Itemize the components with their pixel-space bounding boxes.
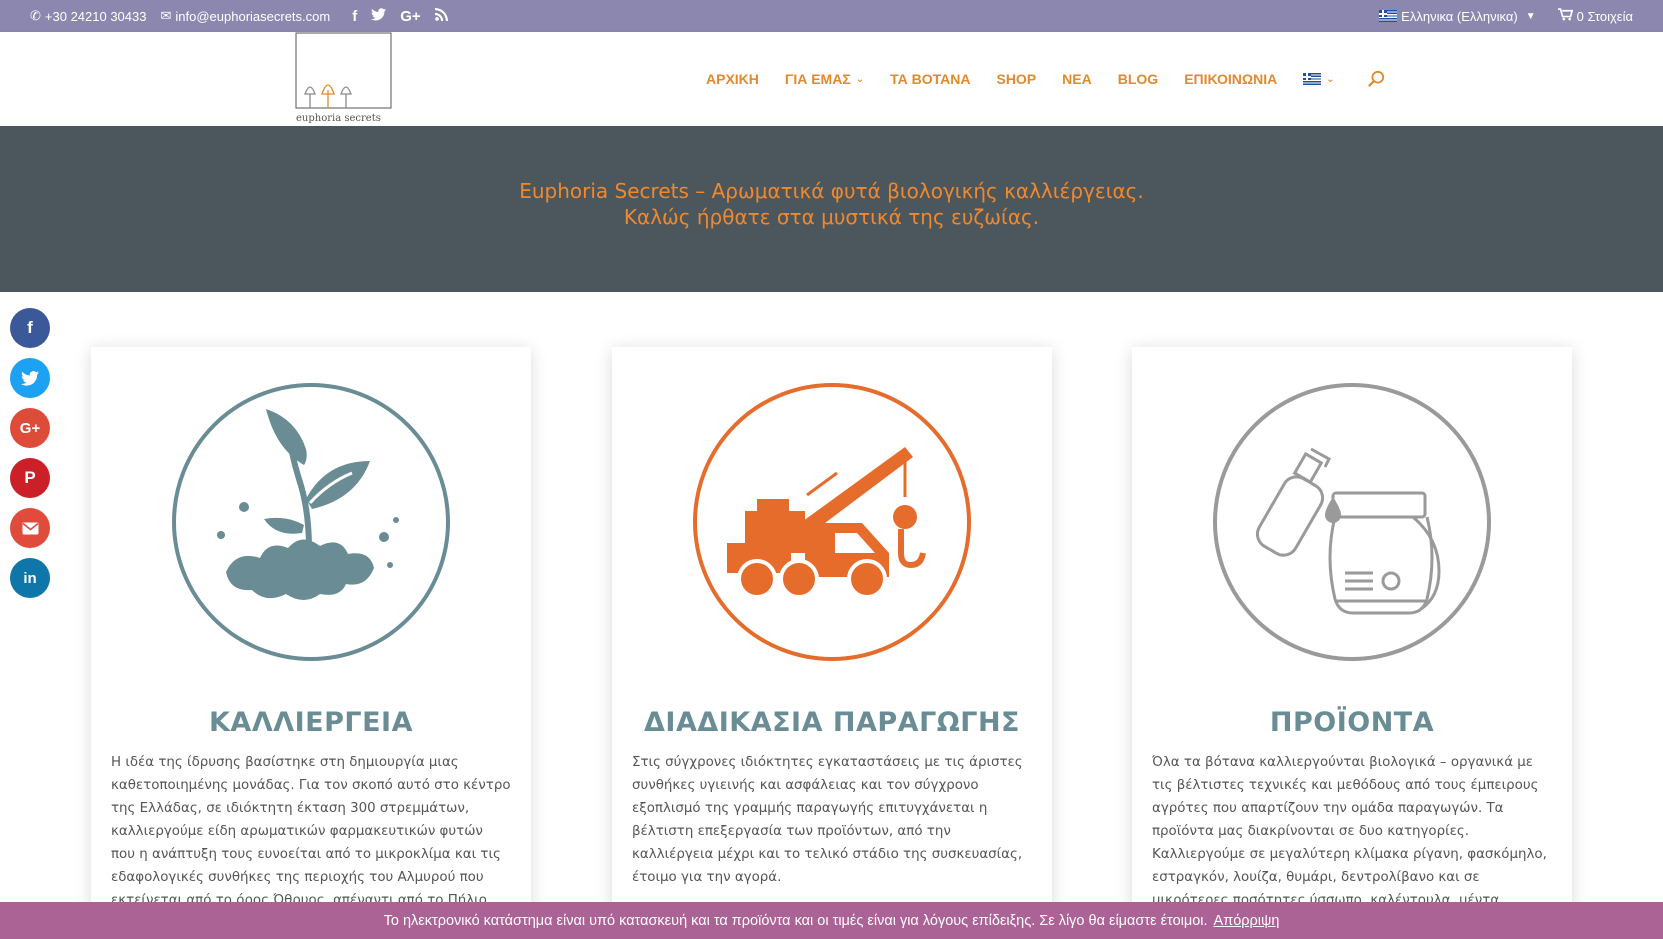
nav-item-herbs[interactable]: ΤΑ ΒΟΤΑΝΑ <box>890 71 970 87</box>
language-switcher[interactable]: Ελληνικα (Ελληνικα) ▼ <box>1379 8 1536 24</box>
envelope-icon <box>22 522 38 534</box>
facebook-share-button[interactable]: f <box>10 308 50 348</box>
products-bottle-bag-icon <box>1213 383 1491 661</box>
feature-card-production: ΔΙΑΔΙΚΑΣΙΑ ΠΑΡΑΓΩΓΗΣ Στις σύγχρονες ιδιό… <box>612 347 1052 939</box>
nav-label: ΕΠΙΚΟΙΝΩΝΙΑ <box>1184 71 1278 87</box>
chevron-down-icon: ▼ <box>1525 10 1536 22</box>
cookie-notice-bar: Το ηλεκτρονικό κατάστημα είναι υπό κατασ… <box>0 902 1663 939</box>
twitter-share-button[interactable] <box>10 358 50 398</box>
card-title: ΠΡΟΪΟΝΤΑ <box>1269 707 1435 738</box>
nav-label: ΑΡΧΙΚΗ <box>706 71 759 87</box>
social-share-sidebar: f G+ P in <box>10 308 50 608</box>
hero-subtitle: Καλώς ήρθατε στα μυστικά της ευζωίας. <box>623 205 1040 229</box>
logo-text: euphoria secrets <box>296 113 381 124</box>
topbar-right: Ελληνικα (Ελληνικα) ▼ 0 Στοιχεία <box>1379 0 1633 32</box>
phone-link[interactable]: ✆ +30 24210 30433 <box>30 8 146 24</box>
cart-link[interactable]: 0 Στοιχεία <box>1557 8 1633 24</box>
google-plus-icon: G+ <box>19 419 41 437</box>
nav-label: ΝΕΑ <box>1062 71 1092 87</box>
cart-count: 0 Στοιχεία <box>1576 8 1633 24</box>
phone-number: +30 24210 30433 <box>44 8 147 24</box>
linkedin-icon: in <box>23 569 37 587</box>
top-bar: ✆ +30 24210 30433 ✉ info@euphoriasecrets… <box>0 0 1663 32</box>
email-address: info@euphoriasecrets.com <box>175 8 331 24</box>
dismiss-link[interactable]: Απόρριψη <box>1214 913 1280 929</box>
pinterest-icon: P <box>24 468 36 487</box>
rss-icon[interactable] <box>434 7 448 25</box>
plant-sprout-icon <box>172 383 450 661</box>
card-text: Στις σύγχρονες ιδιόκτητες εγκαταστάσεις … <box>632 755 1023 885</box>
nav-label: ΓΙΑ ΕΜΑΣ <box>784 71 851 87</box>
facebook-icon[interactable]: f <box>352 8 357 25</box>
chevron-down-icon: ⌄ <box>1326 73 1335 85</box>
nav-item-contact[interactable]: ΕΠΙΚΟΙΝΩΝΙΑ <box>1184 71 1277 87</box>
envelope-icon: ✉ <box>160 8 172 23</box>
feature-card-products: ΠΡΟΪΟΝΤΑ Όλα τα βότανα καλλιεργούνται βι… <box>1132 347 1572 939</box>
card-title: ΚΑΛΛΙΕΡΓΕΙΑ <box>209 707 413 738</box>
greek-flag-icon <box>1303 73 1322 85</box>
site-header: euphoria secrets ΑΡΧΙΚΗ ΓΙΑ ΕΜΑΣ ⌄ ΤΑ ΒΟΤ… <box>0 32 1663 126</box>
nav-label: ΤΑ ΒΟΤΑΝΑ <box>890 71 971 87</box>
twitter-icon[interactable] <box>371 7 387 25</box>
google-plus-icon[interactable]: G+ <box>400 8 420 25</box>
contact-info: ✆ +30 24210 30433 ✉ info@euphoriasecrets… <box>30 0 448 32</box>
nav-item-about[interactable]: ΓΙΑ ΕΜΑΣ ⌄ <box>785 71 864 87</box>
cookie-message: Το ηλεκτρονικό κατάστημα είναι υπό κατασ… <box>383 912 1208 929</box>
nav-item-news[interactable]: ΝΕΑ <box>1062 71 1092 87</box>
google-plus-share-button[interactable]: G+ <box>10 408 50 448</box>
twitter-icon <box>21 370 39 386</box>
search-icon[interactable] <box>1367 70 1385 88</box>
hero-title: Euphoria Secrets – Αρωματικά φυτά βιολογ… <box>519 179 1144 203</box>
crane-truck-icon <box>693 383 971 661</box>
feature-card-cultivation: ΚΑΛΛΙΕΡΓΕΙΑ Η ιδέα της ίδρυσης βασίστηκε… <box>91 347 531 939</box>
cart-icon <box>1557 8 1573 24</box>
email-link[interactable]: ✉ info@euphoriasecrets.com <box>160 8 330 24</box>
hero-banner: Euphoria Secrets – Αρωματικά φυτά βιολογ… <box>0 126 1663 292</box>
pinterest-share-button[interactable]: P <box>10 458 50 498</box>
email-share-button[interactable] <box>10 508 50 548</box>
card-title: ΔΙΑΔΙΚΑΣΙΑ ΠΑΡΑΓΩΓΗΣ <box>644 707 1020 738</box>
social-links: f G+ <box>352 7 448 25</box>
nav-item-shop[interactable]: SHOP <box>996 71 1036 87</box>
chevron-down-icon: ⌄ <box>855 73 865 85</box>
nav-language-menu[interactable]: ⌄ <box>1303 73 1335 85</box>
linkedin-share-button[interactable]: in <box>10 558 50 598</box>
nav-item-home[interactable]: ΑΡΧΙΚΗ <box>706 71 759 87</box>
phone-icon: ✆ <box>30 8 41 23</box>
nav-item-blog[interactable]: BLOG <box>1118 71 1158 87</box>
logo[interactable]: euphoria secrets <box>294 32 394 124</box>
main-nav: ΑΡΧΙΚΗ ΓΙΑ ΕΜΑΣ ⌄ ΤΑ ΒΟΤΑΝΑ SHOP ΝΕΑ BLOG… <box>706 32 1385 126</box>
nav-label: BLOG <box>1117 71 1159 87</box>
greek-flag-icon <box>1379 10 1398 22</box>
language-label: Ελληνικα (Ελληνικα) <box>1401 8 1518 24</box>
facebook-icon: f <box>27 318 33 337</box>
nav-label: SHOP <box>996 71 1037 87</box>
